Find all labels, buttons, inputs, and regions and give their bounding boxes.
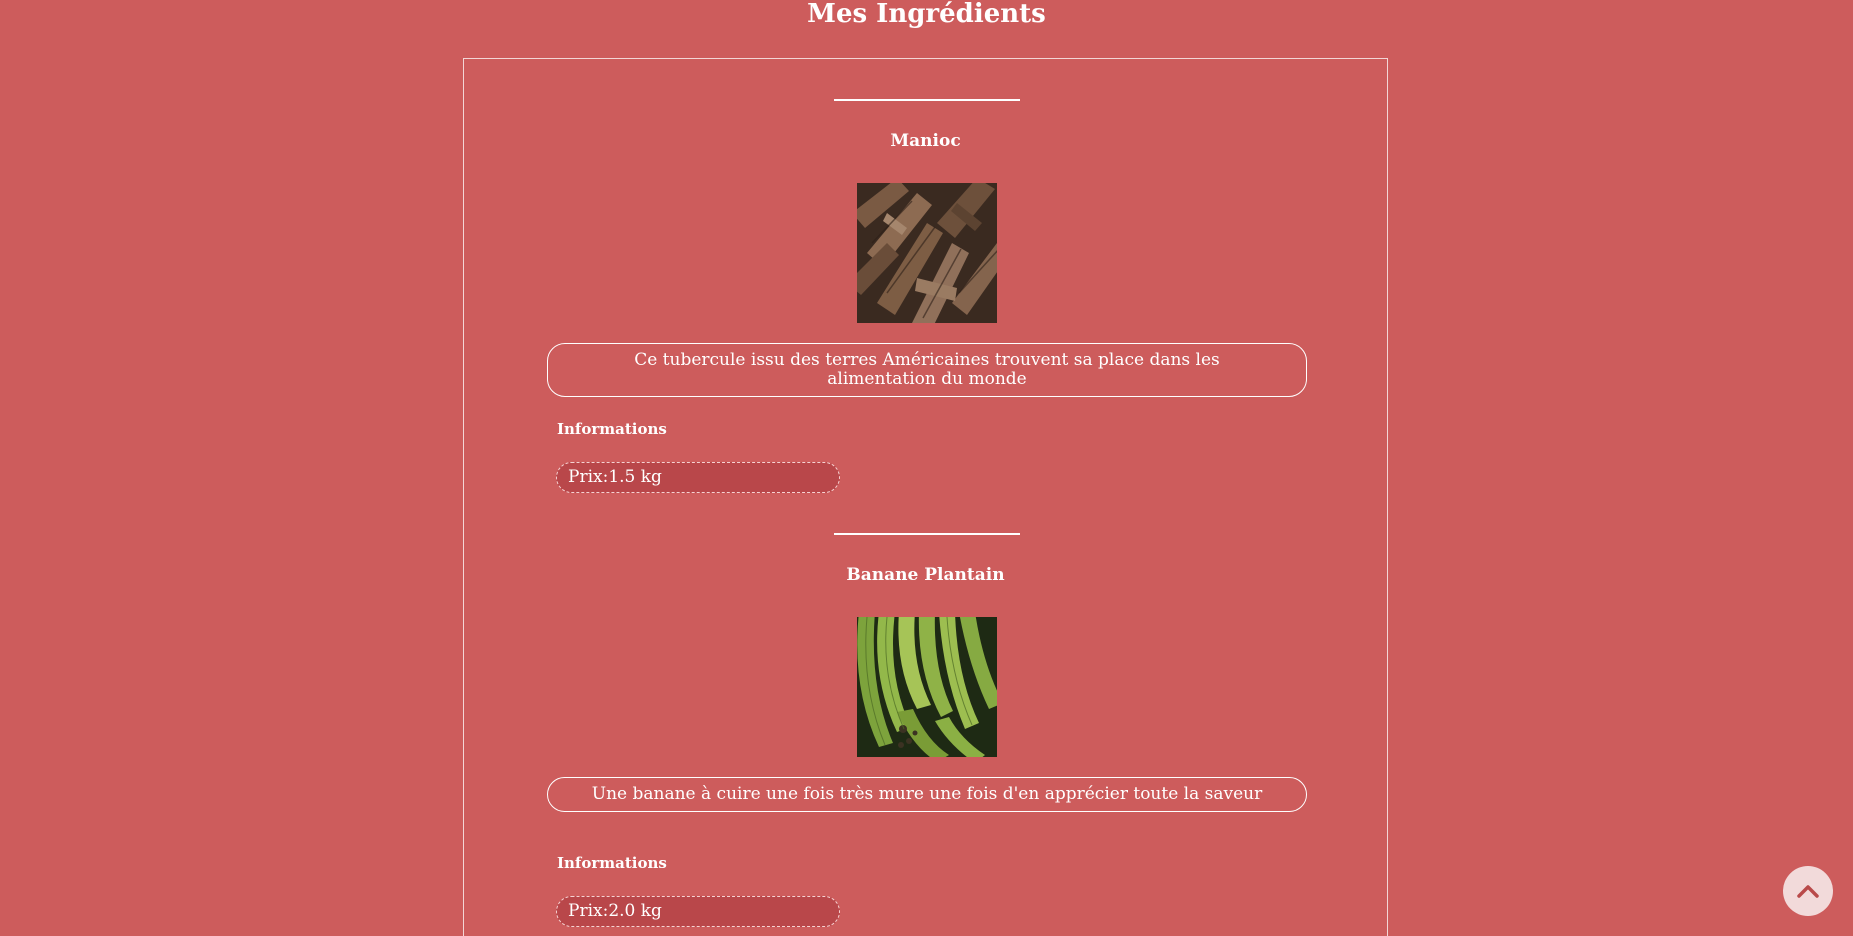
price-badge: Prix:2.0 kg (556, 896, 840, 927)
scroll-to-top-button[interactable] (1783, 866, 1833, 916)
ingredient-image (857, 617, 997, 757)
ingredient-image (857, 183, 997, 323)
price-badge: Prix:1.5 kg (556, 462, 840, 493)
plantain-image (857, 617, 997, 757)
cassava-image (857, 183, 997, 323)
ingredient-description: Ce tubercule issu des terres Américaines… (547, 343, 1307, 397)
page: Mes Ingrédients Manioc Ce tubercule issu… (0, 0, 1853, 936)
informations-label: Informations (557, 854, 667, 872)
divider (834, 533, 1020, 535)
divider (834, 99, 1020, 101)
ingredient-name: Manioc (890, 131, 961, 151)
informations-label: Informations (557, 420, 667, 438)
ingredient-name: Banane Plantain (846, 565, 1005, 585)
ingredient-description: Une banane à cuire une fois très mure un… (547, 777, 1307, 812)
chevron-up-icon (1797, 885, 1819, 898)
ingredients-card: Manioc Ce tubercule issu des terres Amér… (463, 58, 1388, 936)
page-title: Mes Ingrédients (807, 0, 1046, 29)
